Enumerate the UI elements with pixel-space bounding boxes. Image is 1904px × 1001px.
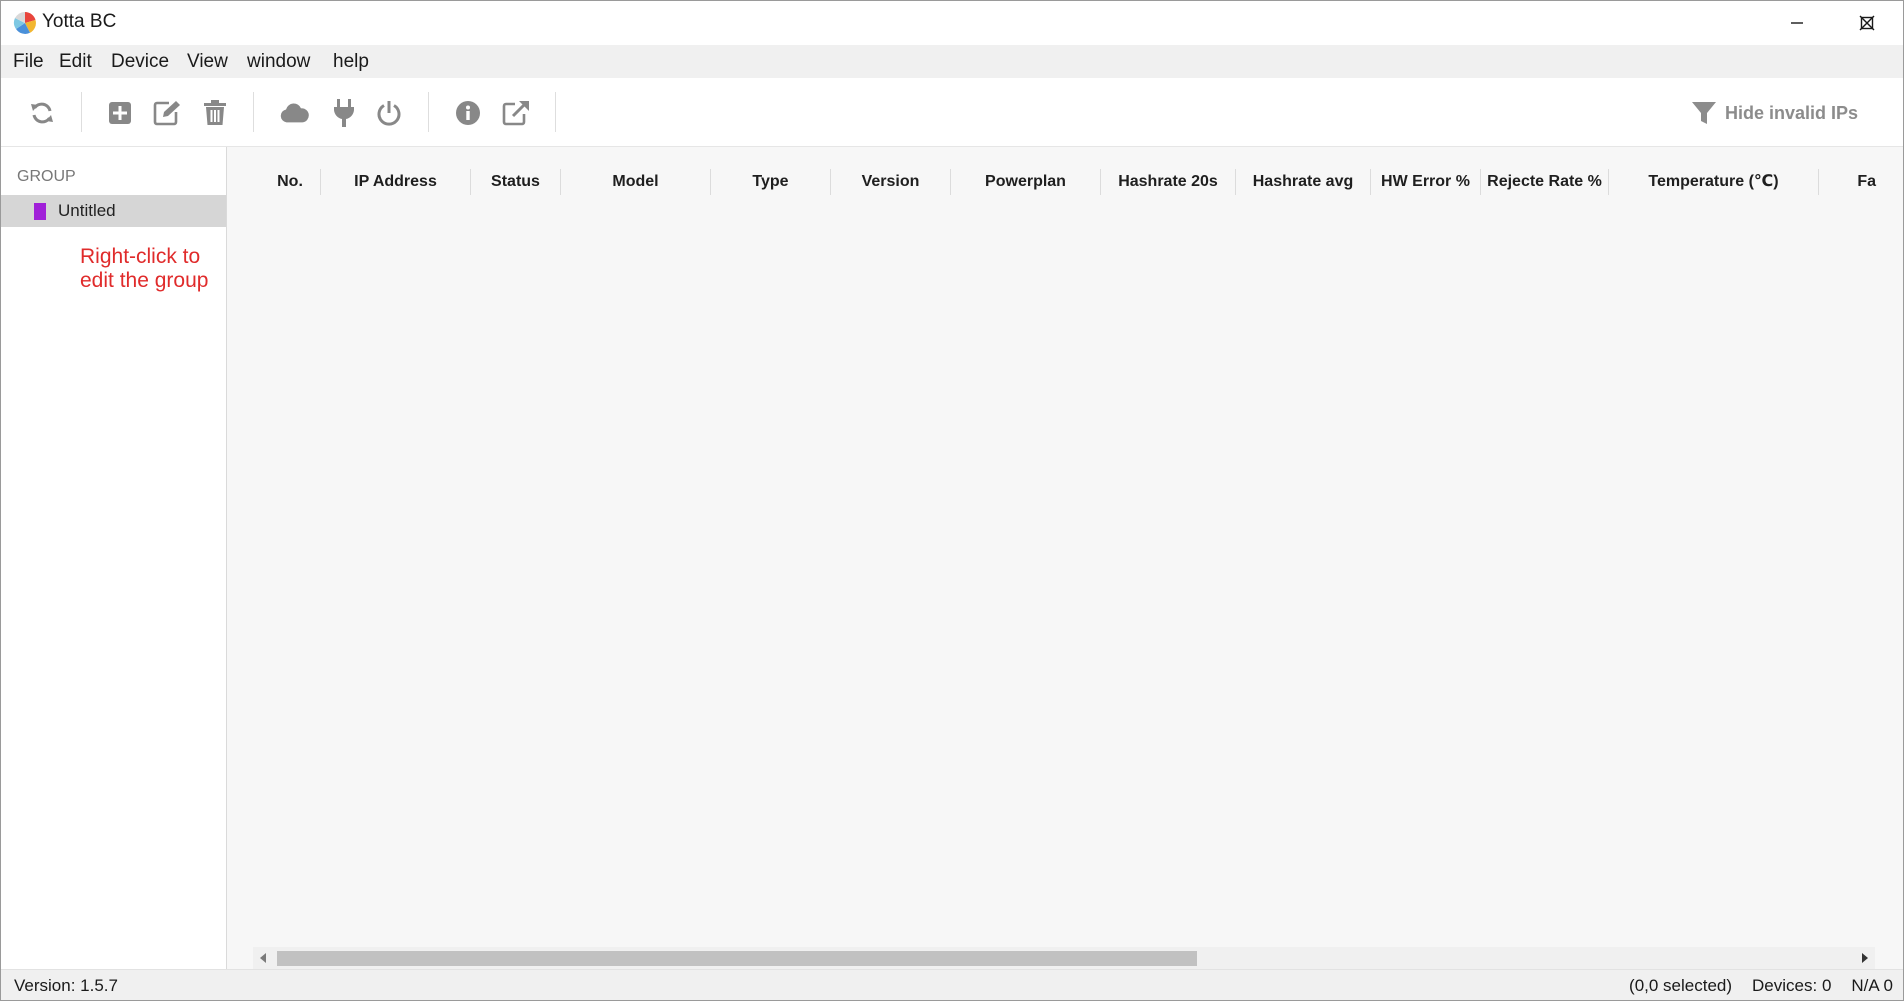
group-color-swatch <box>34 203 46 220</box>
power-button[interactable] <box>374 98 404 128</box>
hide-invalid-ips-label: Hide invalid IPs <box>1725 102 1859 123</box>
status-bar: Version: 1.5.7 (0,0 selected) Devices: 0… <box>1 969 1903 1000</box>
refresh-icon <box>31 102 53 124</box>
open-external-button[interactable] <box>501 98 531 128</box>
menu-help[interactable]: help <box>333 51 369 73</box>
status-summary: (0,0 selected) Devices: 0 N/A 0 <box>1629 976 1893 996</box>
group-item-label: Untitled <box>58 201 116 220</box>
toolbar-separator <box>428 92 429 132</box>
title-bar: Yotta BC <box>1 1 1903 45</box>
plug-button[interactable] <box>329 98 359 128</box>
column-header-hashrate-avg[interactable]: Hashrate avg <box>1236 169 1371 195</box>
device-count: Devices: 0 <box>1752 976 1832 995</box>
close-button[interactable] <box>1832 1 1902 45</box>
column-header-temperature[interactable]: Temperature (℃) <box>1609 169 1819 195</box>
filter-icon <box>1692 102 1716 124</box>
minimize-icon <box>1791 22 1803 24</box>
chevron-left-icon <box>260 953 266 963</box>
version-label: Version: 1.5.7 <box>14 976 118 995</box>
device-table-area: No. IP Address Status Model Type Version… <box>227 147 1903 969</box>
menu-window[interactable]: window <box>247 51 310 73</box>
selected-count: (0,0 selected) <box>1629 976 1733 995</box>
chevron-right-icon <box>1862 953 1868 963</box>
group-edit-hint: Right-click to edit the group <box>80 245 209 292</box>
menu-bar: File Edit Device View window help <box>1 45 1903 78</box>
horizontal-scrollbar[interactable] <box>253 947 1875 969</box>
toolbar-separator <box>81 92 82 132</box>
column-header-no[interactable]: No. <box>260 169 321 195</box>
toolbar: Hide invalid IPs <box>1 78 1903 147</box>
toolbar-separator <box>555 92 556 132</box>
scroll-left-button[interactable] <box>253 947 273 969</box>
app-logo-icon <box>13 11 36 34</box>
cloud-icon <box>280 103 309 123</box>
external-link-icon <box>502 101 529 126</box>
na-count: N/A 0 <box>1851 976 1893 995</box>
column-header-ip-address[interactable]: IP Address <box>321 169 471 195</box>
menu-file[interactable]: File <box>13 51 44 73</box>
refresh-button[interactable] <box>27 98 57 128</box>
scrollbar-thumb[interactable] <box>277 951 1197 966</box>
toolbar-separator <box>253 92 254 132</box>
menu-device[interactable]: Device <box>111 51 169 73</box>
delete-icon <box>204 100 226 125</box>
info-icon <box>456 101 480 125</box>
minimize-button[interactable] <box>1762 1 1832 45</box>
column-header-type[interactable]: Type <box>711 169 831 195</box>
menu-view[interactable]: View <box>187 51 228 73</box>
edit-device-button[interactable] <box>152 98 182 128</box>
info-button[interactable] <box>453 98 483 128</box>
column-header-model[interactable]: Model <box>561 169 711 195</box>
edit-icon <box>153 101 180 126</box>
menu-edit[interactable]: Edit <box>59 51 92 73</box>
hide-invalid-ips-toggle[interactable]: Hide invalid IPs <box>1691 98 1858 128</box>
power-icon <box>377 101 401 126</box>
column-header-status[interactable]: Status <box>471 169 561 195</box>
app-window: Yotta BC File Edit Device View window he… <box>0 0 1904 1001</box>
scroll-right-button[interactable] <box>1855 947 1875 969</box>
add-icon <box>109 102 131 124</box>
column-header-hashrate-20s[interactable]: Hashrate 20s <box>1101 169 1236 195</box>
group-item-untitled[interactable]: Untitled <box>1 195 226 227</box>
group-sidebar: GROUP Untitled Right-click to edit the g… <box>1 147 227 969</box>
column-header-version[interactable]: Version <box>831 169 951 195</box>
table-header-row: No. IP Address Status Model Type Version… <box>260 169 1878 195</box>
plug-icon <box>334 99 354 127</box>
delete-device-button[interactable] <box>200 98 230 128</box>
window-title: Yotta BC <box>42 11 117 32</box>
column-header-powerplan[interactable]: Powerplan <box>951 169 1101 195</box>
column-header-hw-error[interactable]: HW Error % <box>1371 169 1481 195</box>
add-device-button[interactable] <box>105 98 135 128</box>
column-header-reject-rate[interactable]: Rejecte Rate % <box>1481 169 1609 195</box>
cloud-button[interactable] <box>279 98 309 128</box>
close-icon <box>1859 15 1875 31</box>
group-section-header: GROUP <box>17 168 76 185</box>
column-header-fan[interactable]: Fa <box>1819 169 1878 195</box>
